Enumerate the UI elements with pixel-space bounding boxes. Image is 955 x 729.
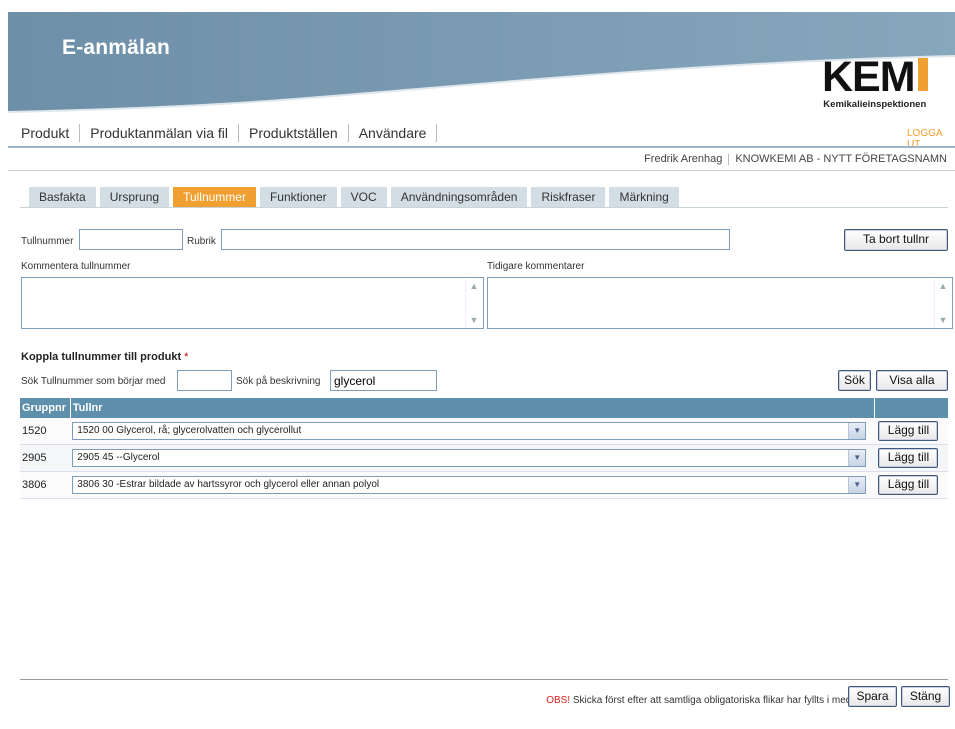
scroll-up-icon[interactable]: ▲ bbox=[937, 280, 949, 292]
previous-comments-label: Tidigare kommentarer bbox=[487, 261, 585, 272]
nav-item-produktstallen[interactable]: Produktställen bbox=[239, 124, 349, 142]
table-row: 2905 2905 45 --Glycerol ▼ Lägg till bbox=[20, 444, 948, 472]
select-value: 2905 45 --Glycerol bbox=[77, 452, 160, 463]
tab-markning[interactable]: Märkning bbox=[609, 187, 679, 207]
add-button[interactable]: Lägg till bbox=[878, 475, 939, 495]
section-title: Koppla tullnummer till produkt * bbox=[21, 351, 188, 363]
nav-divider bbox=[8, 146, 955, 148]
tab-funktioner[interactable]: Funktioner bbox=[259, 187, 337, 207]
add-button[interactable]: Lägg till bbox=[878, 421, 939, 441]
nav-item-produkt[interactable]: Produkt bbox=[21, 124, 81, 142]
starts-with-label: Sök Tullnummer som börjar med bbox=[21, 376, 166, 387]
column-header-tullnr: Tullnr bbox=[70, 398, 875, 418]
obs-label: OBS! bbox=[546, 695, 571, 706]
previous-comments-scrollbar[interactable]: ▲ ▼ bbox=[934, 279, 951, 327]
table-row: 3806 3806 30 -Estrar bildade av hartssyr… bbox=[20, 471, 948, 499]
tullnummer-input[interactable] bbox=[79, 229, 183, 250]
description-input[interactable] bbox=[330, 370, 437, 391]
results-table: Gruppnr Tullnr 1520 1520 00 Glycerol, rå… bbox=[20, 398, 948, 499]
top-navigation: Produkt Produktanmälan via fil Produktst… bbox=[21, 124, 438, 142]
tab-bar: Basfakta Ursprung Tullnummer Funktioner … bbox=[29, 187, 679, 207]
header-banner bbox=[8, 12, 955, 122]
nav-item-anvandare[interactable]: Användare bbox=[349, 124, 438, 142]
remove-tullnr-button[interactable]: Ta bort tullnr bbox=[844, 229, 948, 251]
select-value: 3806 30 -Estrar bildade av hartssyror oc… bbox=[77, 479, 380, 490]
chevron-down-icon[interactable]: ▼ bbox=[848, 450, 866, 466]
tab-voc[interactable]: VOC bbox=[340, 187, 387, 207]
table-row: 1520 1520 00 Glycerol, rå; glycerolvatte… bbox=[20, 418, 948, 445]
starts-with-input[interactable] bbox=[177, 370, 232, 391]
previous-comments-textarea[interactable]: ▲ ▼ bbox=[487, 277, 953, 329]
description-label: Sök på beskrivning bbox=[236, 376, 321, 387]
group-cell: 1520 bbox=[20, 418, 71, 445]
logo-text: KEM bbox=[822, 53, 916, 101]
required-mark: * bbox=[184, 351, 189, 363]
chevron-down-icon[interactable]: ▼ bbox=[848, 477, 866, 493]
logo-orange-bar bbox=[917, 58, 928, 91]
user-bar-divider bbox=[8, 170, 955, 171]
scroll-down-icon[interactable]: ▼ bbox=[937, 314, 949, 326]
tab-basfakta[interactable]: Basfakta bbox=[29, 187, 96, 207]
kemi-logo: KEM Kemikalieinspektionen bbox=[822, 56, 928, 110]
user-info-bar: Fredrik Arenhag KNOWKEMI AB - NYTT FÖRETA… bbox=[644, 153, 947, 165]
search-button[interactable]: Sök bbox=[838, 370, 871, 391]
tullnr-select[interactable]: 2905 45 --Glycerol ▼ bbox=[72, 449, 867, 467]
section-title-text: Koppla tullnummer till produkt bbox=[21, 351, 182, 363]
tab-anvandningsomraden[interactable]: Användningsområden bbox=[390, 187, 528, 207]
tullnr-select[interactable]: 3806 30 -Estrar bildade av hartssyror oc… bbox=[72, 476, 867, 494]
comment-scrollbar[interactable]: ▲ ▼ bbox=[465, 279, 482, 327]
footer-note: OBS! Skicka först efter att samtliga obl… bbox=[546, 695, 873, 706]
chevron-down-icon[interactable]: ▼ bbox=[848, 423, 866, 439]
footer-divider bbox=[20, 679, 948, 680]
tab-riskfraser[interactable]: Riskfraser bbox=[531, 187, 606, 207]
column-header-action bbox=[874, 398, 948, 418]
footer-note-text: Skicka först efter att samtliga obligato… bbox=[570, 695, 873, 706]
select-value: 1520 00 Glycerol, rå; glycerolvatten och… bbox=[77, 425, 302, 436]
header-wave-graphic bbox=[8, 12, 955, 113]
comment-label: Kommentera tullnummer bbox=[21, 261, 131, 272]
save-button[interactable]: Spara bbox=[848, 686, 897, 707]
company-name: KNOWKEMI AB - NYTT FÖRETAGSNAMN bbox=[735, 153, 947, 165]
scroll-down-icon[interactable]: ▼ bbox=[468, 314, 480, 326]
app-title: E-anmälan bbox=[62, 36, 170, 59]
logo-subtitle: Kemikalieinspektionen bbox=[823, 99, 927, 110]
tab-tullnummer[interactable]: Tullnummer bbox=[173, 187, 256, 207]
column-header-gruppnr: Gruppnr bbox=[20, 398, 71, 418]
tullnummer-label: Tullnummer bbox=[21, 236, 74, 247]
group-cell: 3806 bbox=[20, 471, 71, 499]
show-all-button[interactable]: Visa alla bbox=[876, 370, 948, 391]
tab-bar-divider bbox=[20, 207, 948, 208]
add-button[interactable]: Lägg till bbox=[878, 448, 939, 468]
comment-textarea[interactable]: ▲ ▼ bbox=[21, 277, 484, 329]
rubrik-input[interactable] bbox=[221, 229, 730, 250]
user-name: Fredrik Arenhag bbox=[644, 153, 723, 165]
group-cell: 2905 bbox=[20, 444, 71, 472]
nav-item-produktanmalan-via-fil[interactable]: Produktanmälan via fil bbox=[80, 124, 239, 142]
close-button[interactable]: Stäng bbox=[901, 686, 950, 707]
tullnr-select[interactable]: 1520 00 Glycerol, rå; glycerolvatten och… bbox=[72, 422, 867, 440]
tab-ursprung[interactable]: Ursprung bbox=[99, 187, 170, 207]
scroll-up-icon[interactable]: ▲ bbox=[468, 280, 480, 292]
rubrik-label: Rubrik bbox=[187, 236, 216, 247]
